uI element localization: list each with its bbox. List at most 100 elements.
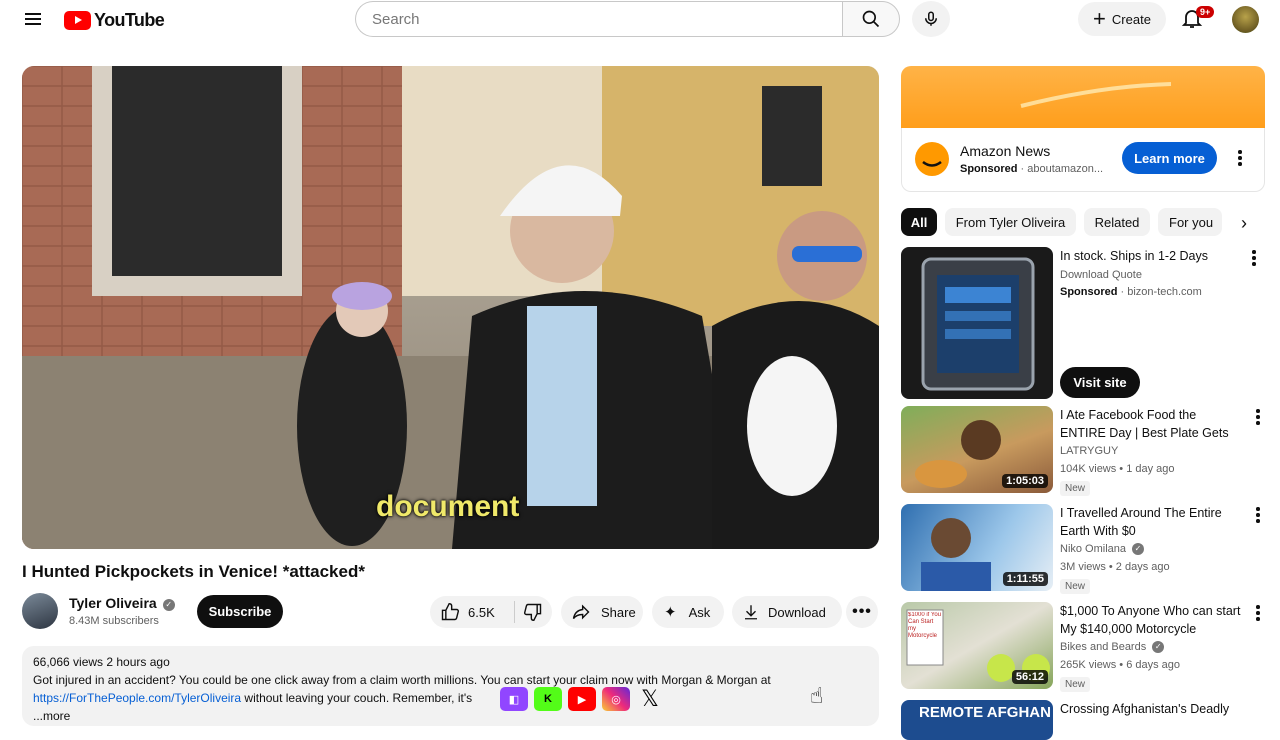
rec-thumbnail[interactable]: $1000 if You Can Start my Motorcycle 56:… <box>901 602 1053 689</box>
youtube-social-icon[interactable]: ▶ <box>568 687 596 711</box>
social-icons: ◧ K ▶ ◎ 𝕏 <box>500 686 664 711</box>
more-icon: ••• <box>852 603 872 620</box>
subscriber-count: 8.43M subscribers <box>69 615 159 627</box>
chip-all[interactable]: All <box>901 208 937 236</box>
search-input[interactable]: Search <box>355 1 843 37</box>
x-icon[interactable]: 𝕏 <box>636 686 664 711</box>
sponsored-rec-domain: · bizon-tech.com <box>1120 286 1202 298</box>
sponsored-rec-label: Sponsored <box>1060 286 1118 298</box>
rec-thumbnail[interactable]: 1:11:55 <box>901 504 1053 591</box>
share-label: Share <box>601 604 636 620</box>
search-button[interactable] <box>842 1 900 37</box>
rec-title[interactable]: I Travelled Around The Entire Earth With… <box>1060 504 1242 540</box>
chevron-right-icon[interactable]: › <box>1232 210 1256 236</box>
view-stats: 66,066 views 2 hours ago <box>33 655 170 669</box>
create-button[interactable]: + Create <box>1078 2 1166 36</box>
video-frame <box>22 66 879 549</box>
kick-icon[interactable]: K <box>534 687 562 711</box>
rec-views: 104K views • 1 day ago <box>1060 463 1175 475</box>
instagram-icon[interactable]: ◎ <box>602 687 630 711</box>
like-button[interactable]: 6.5K <box>430 596 514 628</box>
verified-icon: ✓ <box>1152 641 1165 653</box>
notification-count-badge: 9+ <box>1196 6 1215 18</box>
download-label: Download <box>768 604 826 620</box>
channel-name[interactable]: Tyler Oliveira ✓ <box>69 595 175 611</box>
youtube-logo[interactable]: YouTube <box>64 8 165 32</box>
rec-channel[interactable]: Bikes and Beards ✓ <box>1060 641 1165 653</box>
video-duration: 1:11:55 <box>1002 572 1048 586</box>
sponsored-rec-title[interactable]: In stock. Ships in 1-2 Days <box>1060 247 1242 265</box>
voice-search-button[interactable] <box>912 1 950 37</box>
visit-site-button[interactable]: Visit site <box>1060 367 1140 398</box>
channel-avatar[interactable] <box>22 593 58 629</box>
show-more-link[interactable]: ...more <box>33 709 70 723</box>
like-count: 6.5K <box>468 604 495 620</box>
download-icon <box>745 605 757 620</box>
sponsored-thumbnail[interactable] <box>901 247 1053 399</box>
mouse-cursor-icon: ☝ <box>810 683 824 708</box>
sponsored-rec-meta: Sponsored · bizon-tech.com <box>1060 286 1202 298</box>
thumbnail-text: REMOTE AFGHAN <box>919 704 1051 721</box>
thumbs-down-icon <box>523 603 542 622</box>
rec-views: 265K views • 6 days ago <box>1060 659 1181 671</box>
ad-banner-image[interactable] <box>901 66 1265 128</box>
plus-icon: + <box>1093 6 1106 31</box>
subscribe-button[interactable]: Subscribe <box>197 595 283 628</box>
logo-text: YouTube <box>94 9 165 30</box>
new-badge: New <box>1060 579 1091 594</box>
ad-title[interactable]: Amazon News <box>960 143 1050 159</box>
ad-meta: Sponsored · aboutamazon... <box>960 163 1103 175</box>
video-duration: 1:05:03 <box>1002 474 1048 488</box>
like-dislike-group: 6.5K <box>430 596 552 628</box>
chip-related[interactable]: Related <box>1084 208 1150 236</box>
new-badge: New <box>1060 677 1091 692</box>
amazon-logo-icon <box>915 142 949 176</box>
twitch-icon[interactable]: ◧ <box>500 687 528 711</box>
rec-channel[interactable]: LATRYGUY <box>1060 445 1118 457</box>
ad-more-icon[interactable] <box>1232 147 1248 169</box>
dislike-button[interactable] <box>515 596 551 628</box>
sponsored-more-icon[interactable] <box>1246 247 1262 269</box>
menu-icon <box>25 13 41 15</box>
rec-title[interactable]: Crossing Afghanistan's Deadly <box>1060 700 1242 718</box>
ad-domain: · aboutamazon... <box>1020 163 1104 175</box>
youtube-play-icon <box>64 10 91 30</box>
top-header: YouTube Search + Create 9+ <box>0 0 1280 40</box>
ask-label: Ask <box>688 604 711 620</box>
rec-more-icon[interactable] <box>1250 406 1266 428</box>
description-link[interactable]: https://ForThePeople.com/TylerOliveira <box>33 691 241 705</box>
rec-title[interactable]: $1,000 To Anyone Who can start My $140,0… <box>1060 602 1242 638</box>
mic-icon <box>925 11 937 26</box>
rec-thumbnail[interactable]: REMOTE AFGHAN <box>901 700 1053 740</box>
thumbnail-sign-text: $1000 if You Can Start my Motorcycle <box>908 612 942 639</box>
channel-name-text: Tyler Oliveira <box>69 595 157 611</box>
chip-for-you[interactable]: For you <box>1158 208 1222 236</box>
sparkle-icon: ✦ <box>664 604 677 621</box>
rec-more-icon[interactable] <box>1250 602 1266 624</box>
ask-button[interactable]: ✦ Ask <box>652 596 724 628</box>
search-placeholder: Search <box>372 10 420 28</box>
rec-thumbnail[interactable]: 1:05:03 <box>901 406 1053 493</box>
verified-icon: ✓ <box>1132 543 1145 555</box>
menu-button[interactable] <box>20 8 46 30</box>
rec-channel-name: Niko Omilana <box>1060 543 1127 555</box>
pc-case-image <box>921 257 1035 391</box>
share-button[interactable]: Share <box>561 596 643 628</box>
sponsored-rec-subtitle: Download Quote <box>1060 269 1142 281</box>
video-title: I Hunted Pickpockets in Venice! *attacke… <box>22 562 365 581</box>
learn-more-button[interactable]: Learn more <box>1122 142 1217 174</box>
rec-title[interactable]: I Ate Facebook Food the ENTIRE Day | Bes… <box>1060 406 1242 442</box>
description-text: Got injured in an accident? You could be… <box>33 673 771 687</box>
rec-channel[interactable]: Niko Omilana ✓ <box>1060 543 1145 555</box>
video-player[interactable] <box>22 66 879 549</box>
download-button[interactable]: Download <box>732 596 842 628</box>
more-actions-button[interactable]: ••• <box>846 596 878 628</box>
video-caption: document <box>376 490 520 523</box>
rec-views: 3M views • 2 days ago <box>1060 561 1170 573</box>
thumbs-up-icon <box>441 602 460 621</box>
chip-from-channel[interactable]: From Tyler Oliveira <box>945 208 1076 236</box>
user-avatar[interactable] <box>1232 6 1259 33</box>
amazon-smile-icon <box>1020 82 1172 108</box>
ad-sponsored-label: Sponsored <box>960 163 1018 175</box>
rec-more-icon[interactable] <box>1250 504 1266 526</box>
